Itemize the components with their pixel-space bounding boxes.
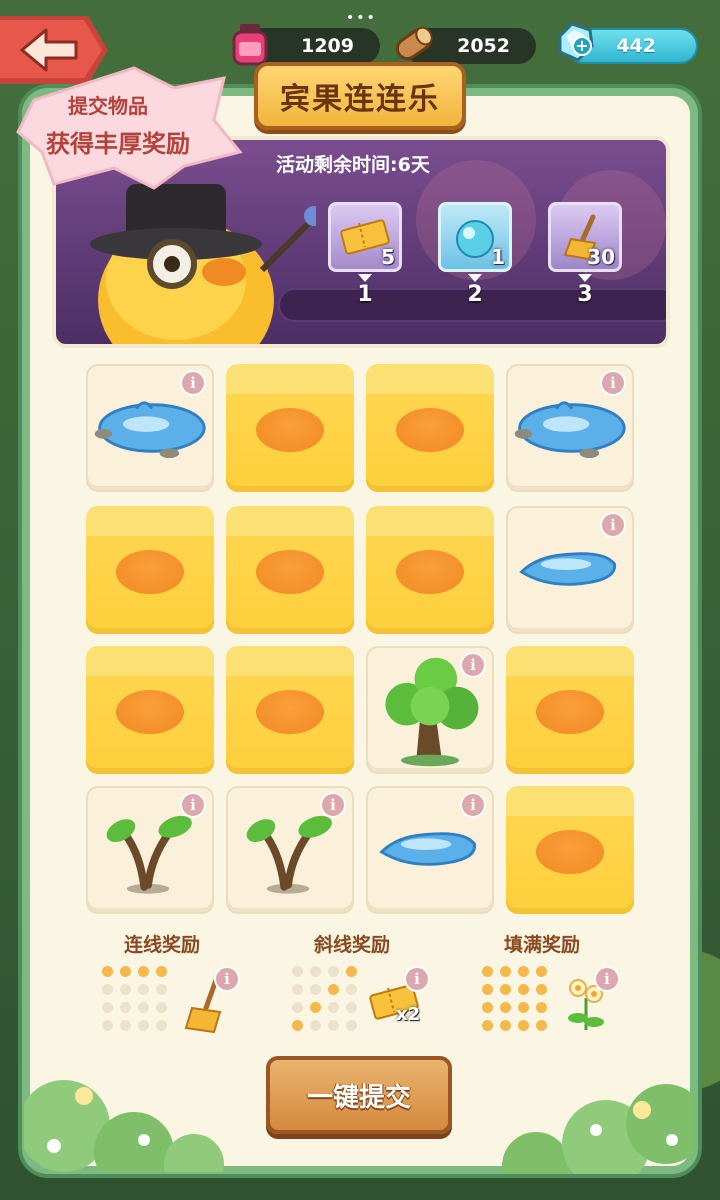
wood-resource: 2052 <box>395 26 536 64</box>
bush-decoration-icon <box>24 1080 224 1172</box>
reward-count: 30 <box>587 245 615 269</box>
gem-icon: + <box>552 20 598 71</box>
info-icon[interactable]: i <box>404 966 430 992</box>
milestone-marker-3: 3 <box>570 274 600 307</box>
diagonal-pattern-grid <box>292 966 364 1032</box>
info-icon[interactable]: i <box>460 652 486 678</box>
duck-beak-icon <box>536 830 604 874</box>
promo-tag: 提交物品 获得丰厚奖励 <box>14 60 244 190</box>
full-pattern-grid <box>482 966 554 1032</box>
grid-cell-duck <box>86 646 214 774</box>
info-icon[interactable]: i <box>460 792 486 818</box>
duck-beak-icon <box>396 550 464 594</box>
duck-beak-icon <box>396 408 464 452</box>
diagonal-reward-multiplier: x2 <box>396 1004 421 1025</box>
grid-cell-duck <box>506 646 634 774</box>
diagonal-reward-label: 斜线奖励 <box>314 934 391 956</box>
grid-cell-duck <box>506 786 634 914</box>
grid-cell-duck <box>226 506 354 634</box>
milestone-marker-1: 1 <box>350 274 380 307</box>
duck-beak-icon <box>116 550 184 594</box>
reward-count: 1 <box>491 245 505 269</box>
milestone-reward-1[interactable]: 5 <box>328 202 402 272</box>
grid-cell-sapling[interactable]: i <box>86 786 214 914</box>
one-click-submit-button[interactable]: 一键提交 <box>266 1056 452 1134</box>
grid-cell-tree[interactable]: i <box>366 646 494 774</box>
duck-beak-icon <box>256 550 324 594</box>
bush-decoration-icon <box>502 1084 694 1174</box>
info-icon[interactable]: i <box>320 792 346 818</box>
duck-beak-icon <box>116 690 184 734</box>
info-icon[interactable]: i <box>214 966 240 992</box>
grid-cell-puddle-small[interactable]: i <box>506 506 634 634</box>
reward-count: 5 <box>381 245 395 269</box>
grid-cell-duck <box>366 364 494 492</box>
duck-beak-icon <box>256 408 324 452</box>
info-icon[interactable]: i <box>180 370 206 396</box>
duck-beak-icon <box>256 690 324 734</box>
duck-beak-icon <box>536 690 604 734</box>
grid-cell-duck <box>366 506 494 634</box>
info-icon[interactable]: i <box>180 792 206 818</box>
info-icon[interactable]: i <box>600 512 626 538</box>
promo-line-1: 提交物品 <box>68 94 148 118</box>
ink-resource: 1209 <box>232 24 380 66</box>
grid-cell-duck <box>86 506 214 634</box>
line-pattern-grid <box>102 966 174 1032</box>
milestone-reward-3[interactable]: 30 <box>548 202 622 272</box>
grid-cell-duck <box>226 364 354 492</box>
info-icon[interactable]: i <box>594 966 620 992</box>
info-icon[interactable]: i <box>600 370 626 396</box>
promo-line-2: 获得丰厚奖励 <box>46 130 190 158</box>
grid-cell-puddle-small[interactable]: i <box>366 786 494 914</box>
ink-value: 1209 <box>301 35 354 57</box>
milestone-marker-2: 2 <box>460 274 490 307</box>
full-reward-label: 填满奖励 <box>504 934 581 956</box>
grid-cell-puddle-large[interactable]: i <box>506 364 634 492</box>
wood-value: 2052 <box>457 35 510 57</box>
grid-cell-puddle-large[interactable]: i <box>86 364 214 492</box>
page-title: 宾果连连乐 <box>254 62 466 130</box>
grid-cell-duck <box>226 646 354 774</box>
milestone-reward-2[interactable]: 1 <box>438 202 512 272</box>
gem-value: 442 <box>616 35 656 57</box>
more-menu-dots[interactable]: ••• <box>346 10 377 26</box>
add-gem-icon[interactable]: + <box>572 36 592 56</box>
grid-cell-sapling[interactable]: i <box>226 786 354 914</box>
line-reward-label: 连线奖励 <box>124 934 201 956</box>
gem-resource[interactable]: + 442 <box>558 22 698 64</box>
